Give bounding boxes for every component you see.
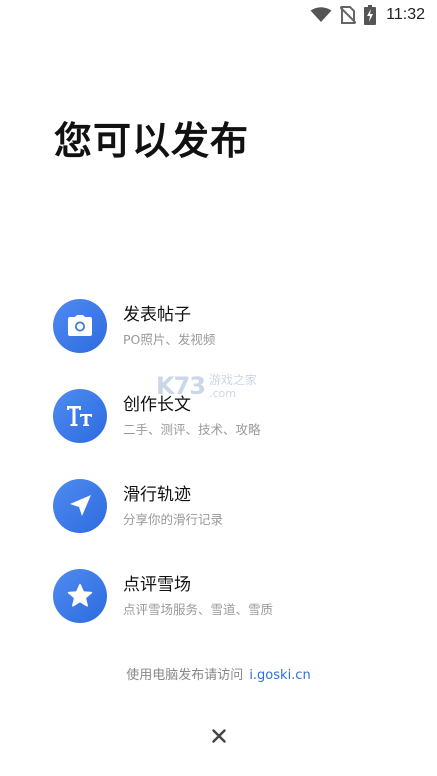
watermark-domain: .com bbox=[209, 386, 236, 400]
watermark: K73 游戏之家 .com bbox=[156, 372, 257, 400]
option-title: 滑行轨迹 bbox=[123, 485, 191, 505]
option-subtitle: PO照片、发视频 bbox=[123, 332, 216, 347]
wifi-icon bbox=[310, 7, 332, 23]
footer-link[interactable]: i.goski.cn bbox=[249, 668, 310, 683]
publish-options: 发表帖子 PO照片、发视频 创作长文 二手、测评、技术、攻略 滑行轨迹 分享你的… bbox=[53, 299, 413, 659]
page-title: 您可以发布 bbox=[54, 119, 250, 163]
watermark-cn: 游戏之家 bbox=[209, 372, 258, 387]
close-icon bbox=[212, 729, 226, 743]
navigation-arrow-icon bbox=[53, 479, 107, 533]
footer-hint-text: 使用电脑发布请访问 bbox=[126, 668, 244, 683]
watermark-logo: K73 bbox=[156, 372, 206, 400]
option-subtitle: 点评雪场服务、雪道、雪质 bbox=[123, 602, 274, 617]
close-button[interactable] bbox=[208, 725, 230, 747]
status-bar: 11:32 bbox=[0, 0, 437, 30]
option-post[interactable]: 发表帖子 PO照片、发视频 bbox=[53, 299, 413, 353]
footer-hint: 使用电脑发布请访问 i.goski.cn bbox=[0, 664, 437, 683]
status-time: 11:32 bbox=[386, 6, 425, 23]
text-format-icon bbox=[53, 389, 107, 443]
option-subtitle: 分享你的滑行记录 bbox=[123, 512, 224, 527]
camera-icon bbox=[53, 299, 107, 353]
no-sim-icon bbox=[340, 6, 357, 24]
option-review[interactable]: 点评雪场 点评雪场服务、雪道、雪质 bbox=[53, 569, 413, 623]
option-title: 点评雪场 bbox=[123, 575, 191, 595]
option-subtitle: 二手、测评、技术、攻略 bbox=[123, 422, 261, 437]
option-track[interactable]: 滑行轨迹 分享你的滑行记录 bbox=[53, 479, 413, 533]
battery-charging-icon bbox=[364, 5, 377, 25]
star-icon bbox=[53, 569, 107, 623]
option-title: 发表帖子 bbox=[123, 305, 191, 325]
